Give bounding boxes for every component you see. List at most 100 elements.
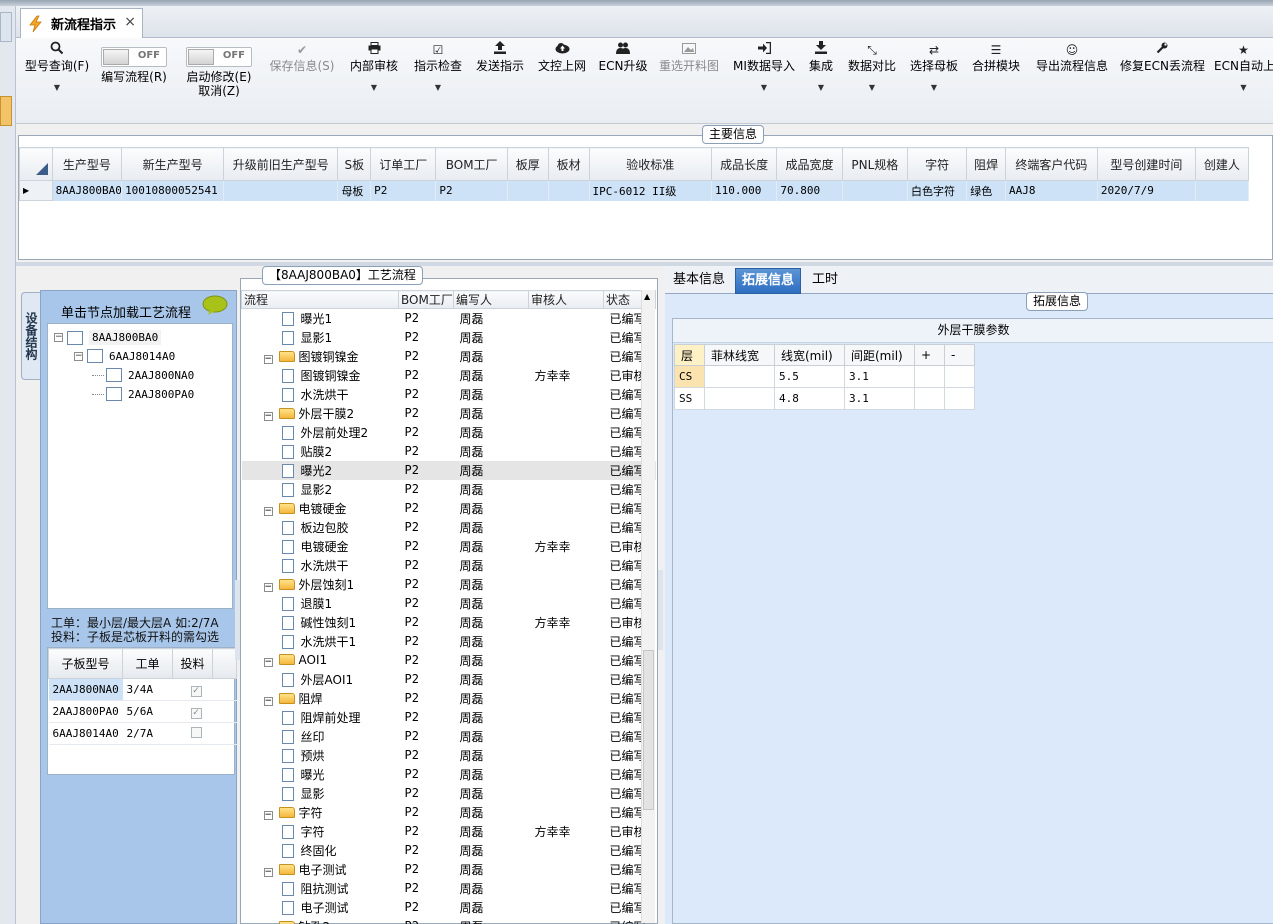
- toggle-switch[interactable]: OFF: [186, 47, 252, 67]
- cell-reviewer[interactable]: [529, 917, 604, 924]
- cell-writer[interactable]: 周磊: [454, 632, 529, 651]
- cell[interactable]: 白色字符: [907, 180, 968, 201]
- scroll-up-icon[interactable]: ▲: [644, 292, 650, 301]
- dock-marker-active[interactable]: [0, 96, 12, 126]
- chevron-down-icon[interactable]: ▼: [22, 83, 92, 92]
- cell[interactable]: [548, 180, 590, 201]
- table-row[interactable]: 板边包胶 P2 周磊 已编写: [242, 518, 656, 537]
- cell-reviewer[interactable]: 方幸幸: [529, 613, 604, 632]
- cell-bom[interactable]: P2: [399, 594, 454, 613]
- cell-bom[interactable]: P2: [399, 613, 454, 632]
- cell-bom[interactable]: P2: [399, 423, 454, 442]
- col-header[interactable]: 审核人: [528, 290, 604, 309]
- cancel-label[interactable]: 取消(Z): [182, 84, 256, 98]
- send-instruction-button[interactable]: 发送指示: [474, 38, 526, 124]
- cell[interactable]: 110.000: [711, 180, 778, 201]
- cell-writer[interactable]: 周磊: [454, 670, 529, 689]
- cell-bom[interactable]: P2: [399, 784, 454, 803]
- cell-bom[interactable]: P2: [399, 917, 454, 924]
- cell-reviewer[interactable]: [529, 309, 604, 328]
- col-header[interactable]: 升级前旧生产型号: [223, 147, 339, 181]
- table-row[interactable]: 显影 P2 周磊 已编写: [242, 784, 656, 803]
- table-row[interactable]: 曝光 P2 周磊 已编写: [242, 765, 656, 784]
- table-row[interactable]: − 阻焊 P2 周磊 已编写: [242, 689, 656, 708]
- cell-writer[interactable]: 周磊: [454, 366, 529, 385]
- table-row[interactable]: 终固化 P2 周磊 已编写: [242, 841, 656, 860]
- cell-bom[interactable]: P2: [399, 651, 454, 670]
- table-row[interactable]: 字符 P2 周磊 方幸幸 已审核: [242, 822, 656, 841]
- cell-writer[interactable]: 周磊: [454, 898, 529, 917]
- write-flow-toggle[interactable]: OFF 编写流程(R): [98, 38, 170, 124]
- col-header[interactable]: 线宽(mil): [774, 344, 845, 366]
- checkbox-unchecked[interactable]: [190, 726, 202, 738]
- table-row[interactable]: 2AAJ800PA0 5/6A ✓: [48, 700, 237, 723]
- dock-marker[interactable]: [0, 12, 12, 42]
- cell-writer[interactable]: 周磊: [454, 347, 529, 366]
- checkbox-checked[interactable]: ✓: [190, 707, 202, 719]
- cell-reviewer[interactable]: 方幸幸: [529, 366, 604, 385]
- cell-writer[interactable]: 周磊: [454, 689, 529, 708]
- start-modify-toggle[interactable]: OFF 启动修改(E) 取消(Z): [182, 38, 256, 124]
- cell-reviewer[interactable]: [529, 556, 604, 575]
- cell[interactable]: AAJ8: [1005, 180, 1098, 201]
- col-header[interactable]: PNL规格: [841, 147, 909, 181]
- chevron-down-icon[interactable]: ▼: [412, 83, 464, 92]
- cell-bom[interactable]: P2: [399, 746, 454, 765]
- cell-writer[interactable]: 周磊: [454, 917, 529, 924]
- cell-writer[interactable]: 周磊: [453, 460, 529, 480]
- table-row[interactable]: 贴膜2 P2 周磊 已编写: [242, 442, 656, 461]
- table-row[interactable]: CS 5.5 3.1: [674, 365, 975, 388]
- vertical-scrollbar[interactable]: ▲: [641, 290, 655, 923]
- cell-reviewer[interactable]: [529, 518, 604, 537]
- col-header[interactable]: 生产型号: [51, 147, 123, 181]
- cell-writer[interactable]: 周磊: [454, 803, 529, 822]
- mi-data-import-button[interactable]: MI数据导入 ▼: [732, 38, 796, 124]
- cell[interactable]: [507, 180, 549, 201]
- cell[interactable]: 绿色: [966, 180, 1006, 201]
- sidebar-tab-device-structure[interactable]: 设备结构: [21, 292, 41, 380]
- cell-reviewer[interactable]: [529, 499, 604, 518]
- cell-bom[interactable]: P2: [399, 404, 454, 423]
- cell[interactable]: [1195, 180, 1250, 201]
- cell-writer[interactable]: 周磊: [454, 708, 529, 727]
- col-header[interactable]: 层: [674, 344, 705, 366]
- table-row[interactable]: 2AAJ800NA0 3/4A ✓: [48, 678, 237, 701]
- cell-writer[interactable]: 周磊: [454, 651, 529, 670]
- cell-writer[interactable]: 周磊: [454, 442, 529, 461]
- cell-reviewer[interactable]: [529, 442, 604, 461]
- tab-work-hours[interactable]: 工时: [806, 268, 844, 294]
- cell-bom[interactable]: P2: [399, 499, 454, 518]
- select-motherboard-button[interactable]: ⇄ 选择母板 ▼: [908, 38, 960, 124]
- col-header[interactable]: 间距(mil): [844, 344, 915, 366]
- integrate-button[interactable]: 集成 ▼: [804, 38, 838, 124]
- cell-writer[interactable]: 周磊: [454, 860, 529, 879]
- cell[interactable]: IPC-6012 II级: [589, 180, 713, 201]
- cell-reviewer[interactable]: [529, 746, 604, 765]
- cell-bom[interactable]: P2: [399, 385, 454, 404]
- cell[interactable]: 10010800052541: [121, 180, 225, 201]
- collapse-icon[interactable]: −: [263, 696, 273, 706]
- col-header[interactable]: 编写人: [453, 290, 529, 309]
- cell-writer[interactable]: 周磊: [454, 480, 529, 499]
- table-row[interactable]: − 电子测试 P2 周磊 已编写: [242, 860, 656, 879]
- cell-reviewer[interactable]: [529, 879, 604, 898]
- instruction-check-button[interactable]: ☑ 指示检查 ▼: [412, 38, 464, 124]
- cell-bom[interactable]: P2: [399, 347, 454, 366]
- cell-writer[interactable]: 周磊: [454, 822, 529, 841]
- table-row[interactable]: 图镀铜镍金 P2 周磊 方幸幸 已审核: [242, 366, 656, 385]
- cell-bom[interactable]: P2: [399, 632, 454, 651]
- cell-reviewer[interactable]: [529, 689, 604, 708]
- cell-bom[interactable]: P2: [399, 328, 454, 347]
- cell-bom[interactable]: P2: [399, 860, 454, 879]
- cell[interactable]: [842, 180, 909, 201]
- table-row[interactable]: 外层AOI1 P2 周磊 已编写: [242, 670, 656, 689]
- ecn-upgrade-button[interactable]: ECN升级: [598, 38, 648, 124]
- cell[interactable]: P2: [435, 180, 508, 201]
- collapse-icon[interactable]: −: [263, 411, 273, 421]
- cell-writer[interactable]: 周磊: [454, 518, 529, 537]
- col-header[interactable]: 字符: [906, 147, 968, 181]
- cell-reviewer[interactable]: [529, 784, 604, 803]
- collapse-icon[interactable]: −: [263, 658, 273, 667]
- table-row[interactable]: 电子测试 P2 周磊 已编写: [242, 898, 656, 917]
- tree-node[interactable]: −6AAJ8014A0: [74, 349, 175, 363]
